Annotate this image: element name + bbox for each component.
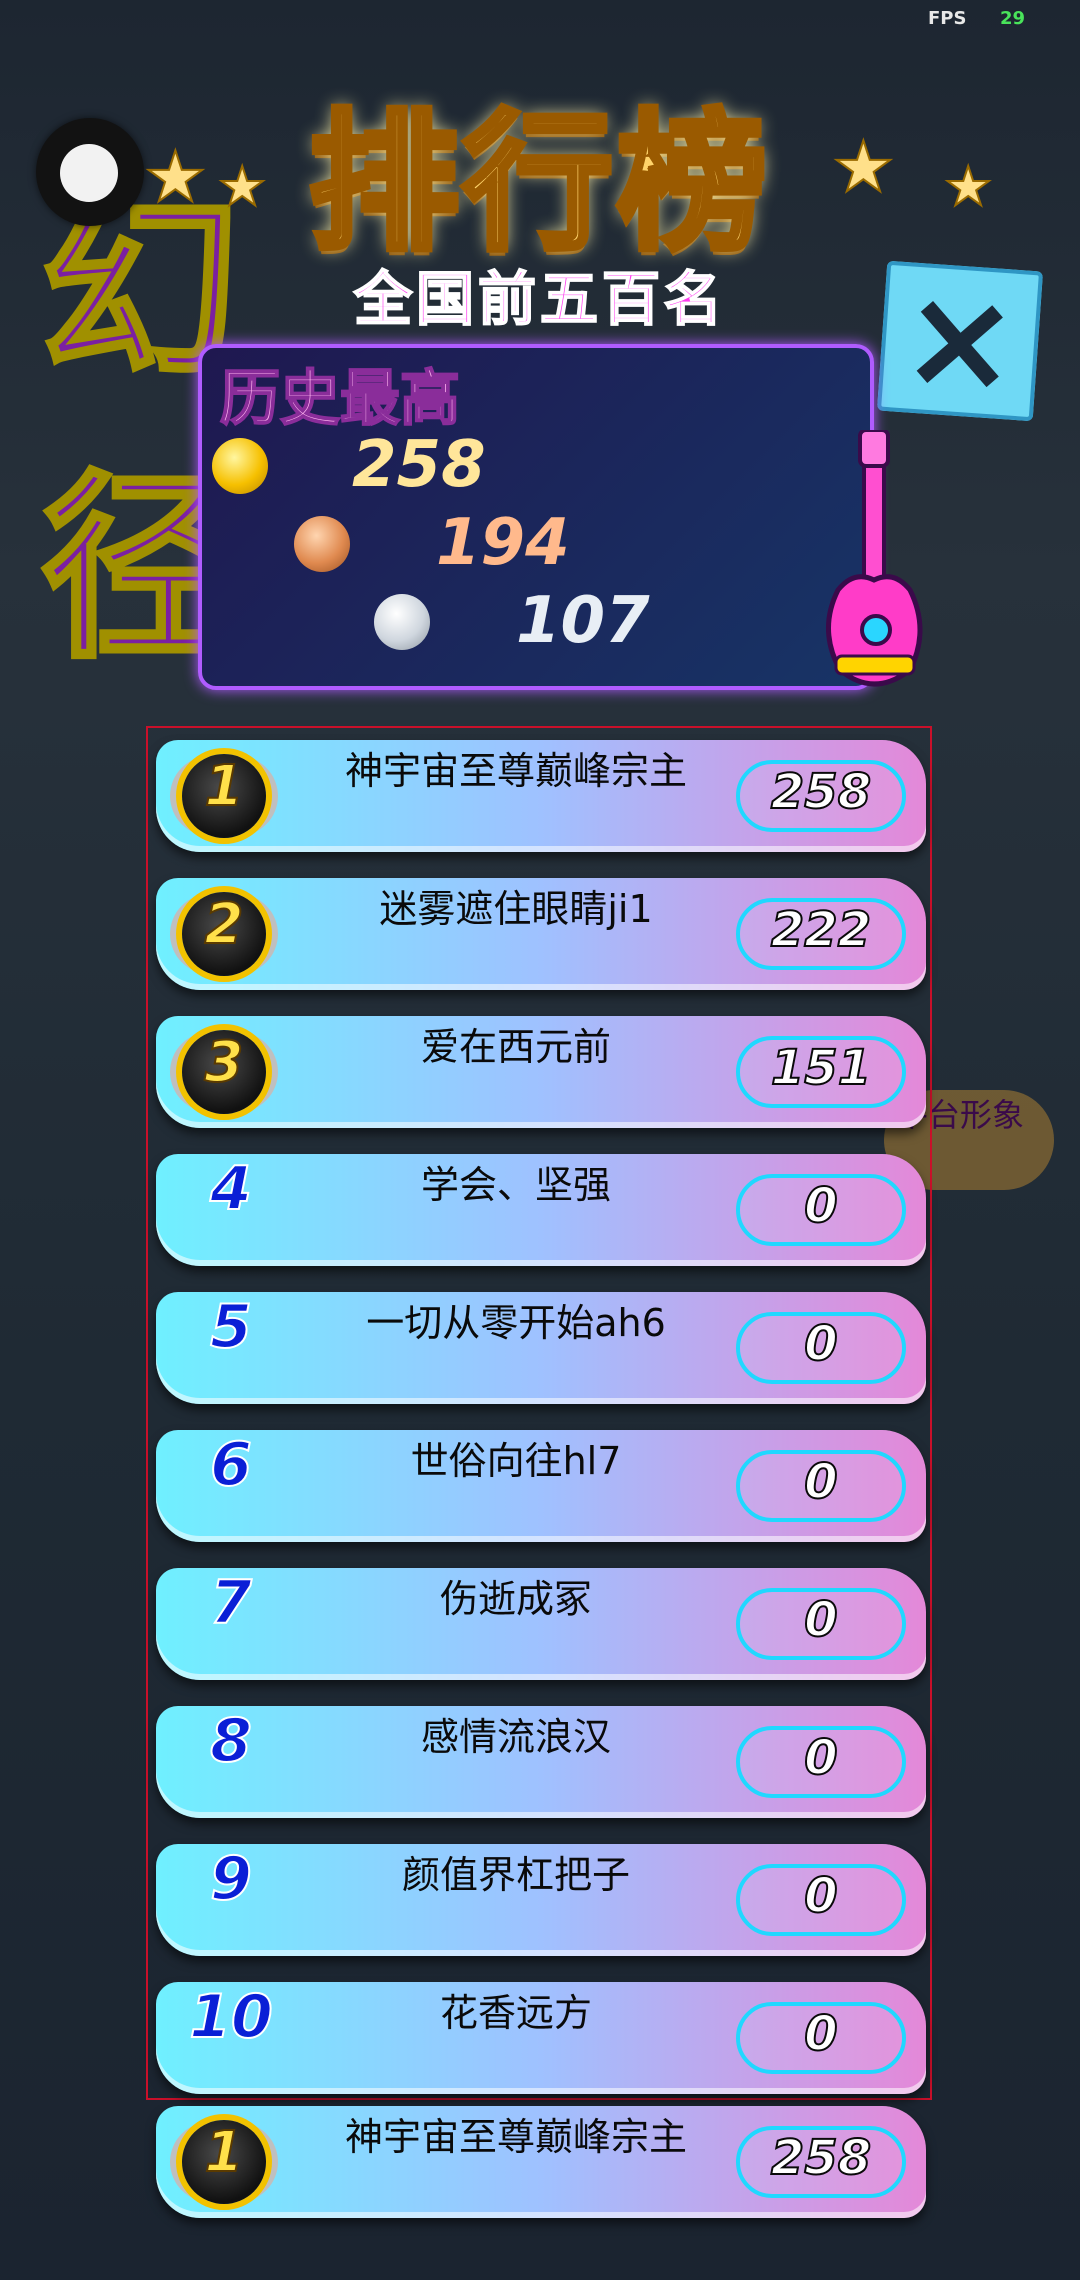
leaderboard-row[interactable]: 5 一切从零开始ah6 0 bbox=[156, 1291, 926, 1404]
guitar-icon bbox=[826, 430, 923, 687]
score-value: 0 bbox=[803, 1315, 838, 1373]
leaderboard-row[interactable]: 6 世俗向往hl7 0 bbox=[156, 1429, 926, 1542]
rank-number: 7 bbox=[209, 1567, 253, 1639]
self-rank-row[interactable]: 1 神宇宙至尊巅峰宗主 258 bbox=[156, 2106, 926, 2218]
gold-medal-icon bbox=[212, 438, 268, 494]
score-value: 258 bbox=[770, 763, 872, 821]
score-badge: 0 bbox=[736, 1450, 906, 1522]
player-name: 感情流浪汉 bbox=[420, 1715, 611, 1759]
score-badge: 0 bbox=[736, 2002, 906, 2074]
trophy-icon: 3 bbox=[182, 1029, 266, 1114]
rank-number: 10 bbox=[188, 1981, 274, 2053]
score-badge: 151 bbox=[736, 1036, 906, 1108]
page-title: 排行榜 bbox=[306, 94, 771, 274]
history-best-title: 历史最高 bbox=[219, 363, 461, 435]
score-badge: 0 bbox=[736, 1312, 906, 1384]
silver-medal-icon bbox=[374, 594, 430, 650]
score-value: 0 bbox=[803, 1729, 838, 1787]
history-best-panel: 历史最高 258 194 107 bbox=[198, 344, 874, 690]
score-badge: 0 bbox=[736, 1588, 906, 1660]
player-name: 神宇宙至尊巅峰宗主 bbox=[344, 2115, 687, 2159]
fps-label: FPS bbox=[928, 8, 967, 29]
leaderboard-row[interactable]: 2 迷雾遮住眼睛ji1 222 bbox=[156, 878, 926, 990]
fps-counter: FPS 29 bbox=[928, 8, 1025, 29]
score-value: 0 bbox=[803, 1867, 838, 1925]
score-value: 258 bbox=[770, 2129, 872, 2187]
trophy-icon: 1 bbox=[182, 753, 266, 838]
leaderboard-row[interactable]: 3 爱在西元前 151 bbox=[156, 1016, 926, 1128]
score-badge: 0 bbox=[736, 1864, 906, 1936]
player-name: 世俗向往hl7 bbox=[410, 1439, 622, 1483]
trophy-icon: 2 bbox=[182, 891, 266, 976]
player-name: 爱在西元前 bbox=[420, 1025, 611, 1069]
rank-number: 2 bbox=[204, 891, 245, 958]
score-value: 151 bbox=[770, 1039, 872, 1097]
rank-number: 6 bbox=[209, 1429, 253, 1501]
player-name: 伤逝成冢 bbox=[439, 1577, 592, 1621]
rank-number: 1 bbox=[204, 753, 245, 820]
player-name: 学会、坚强 bbox=[420, 1163, 611, 1207]
score-badge: 0 bbox=[736, 1174, 906, 1246]
rank-number: 8 bbox=[209, 1705, 253, 1777]
rank-number: 1 bbox=[204, 2119, 245, 2186]
score-value: 222 bbox=[770, 901, 872, 959]
leaderboard-row[interactable]: 4 学会、坚强 0 bbox=[156, 1153, 926, 1266]
player-name: 迷雾遮住眼睛ji1 bbox=[379, 887, 653, 931]
player-name: 颜值界杠把子 bbox=[401, 1853, 630, 1897]
player-name: 神宇宙至尊巅峰宗主 bbox=[344, 749, 687, 793]
score-badge: 258 bbox=[736, 2126, 906, 2198]
leaderboard-row[interactable]: 10 花香远方 0 bbox=[156, 1981, 926, 2094]
leaderboard-row[interactable]: 7 伤逝成冢 0 bbox=[156, 1567, 926, 1680]
rank-number: 4 bbox=[209, 1153, 253, 1225]
bronze-medal-icon bbox=[294, 516, 350, 572]
history-silver-value: 107 bbox=[516, 584, 650, 658]
rank-number: 5 bbox=[209, 1291, 253, 1363]
rank-number: 9 bbox=[209, 1843, 253, 1915]
trophy-icon: 1 bbox=[182, 2119, 266, 2204]
score-value: 0 bbox=[803, 1453, 838, 1511]
history-bronze-value: 194 bbox=[436, 506, 570, 580]
score-value: 0 bbox=[803, 2005, 838, 2063]
score-value: 0 bbox=[803, 1591, 838, 1649]
fps-value: 29 bbox=[1000, 8, 1026, 29]
score-badge: 222 bbox=[736, 898, 906, 970]
score-badge: 0 bbox=[736, 1726, 906, 1798]
score-badge: 258 bbox=[736, 760, 906, 832]
leaderboard-row[interactable]: 9 颜值界杠把子 0 bbox=[156, 1843, 926, 1956]
leaderboard-row[interactable]: 1 神宇宙至尊巅峰宗主 258 bbox=[156, 740, 926, 852]
close-button[interactable]: × bbox=[876, 255, 1044, 426]
player-name: 一切从零开始ah6 bbox=[366, 1301, 666, 1345]
leaderboard-row[interactable]: 8 感情流浪汉 0 bbox=[156, 1705, 926, 1818]
player-name: 花香远方 bbox=[439, 1991, 592, 2035]
score-value: 0 bbox=[803, 1177, 838, 1235]
close-icon: × bbox=[895, 255, 1025, 426]
history-gold-value: 258 bbox=[352, 428, 486, 502]
rank-number: 3 bbox=[204, 1029, 245, 1096]
